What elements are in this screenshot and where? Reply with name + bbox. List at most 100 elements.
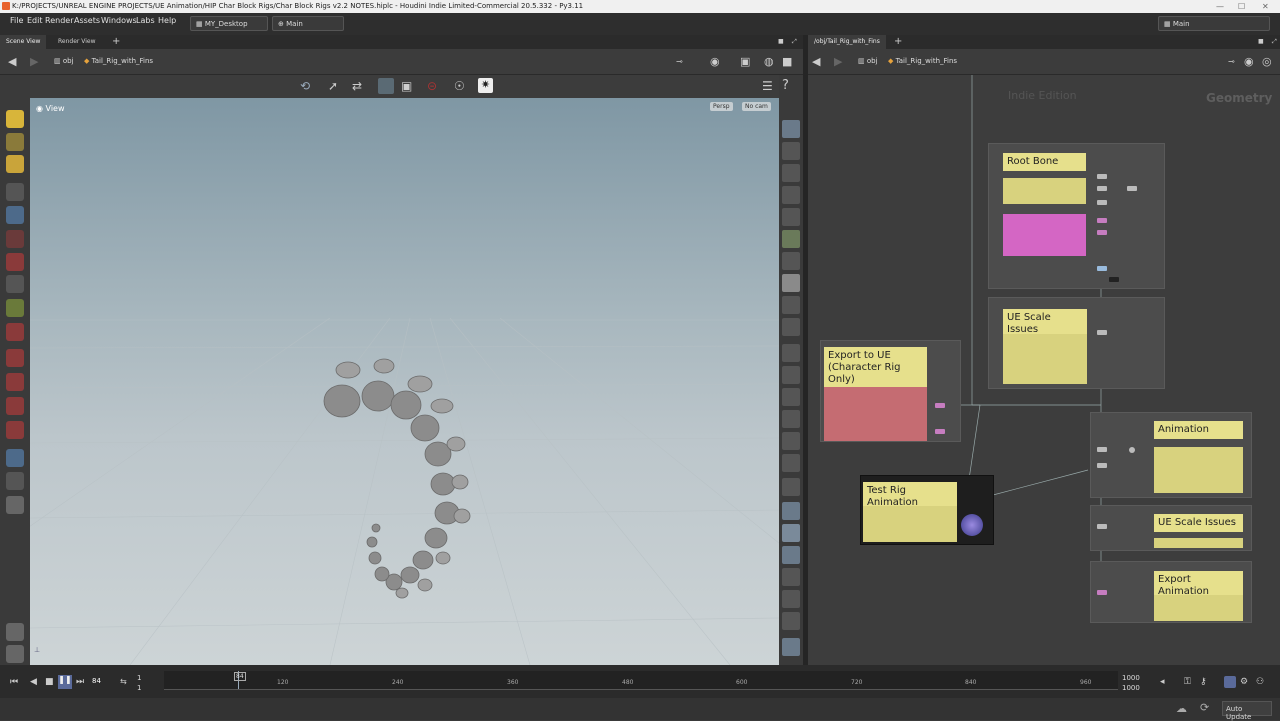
anim-node-1[interactable] xyxy=(1097,447,1107,452)
stop-icon[interactable]: ⊝ xyxy=(427,79,437,93)
root-node-3[interactable] xyxy=(1127,186,1137,191)
sun-icon[interactable]: ✷ xyxy=(478,78,493,93)
range-start-2[interactable]: 1 xyxy=(137,684,141,692)
export-anim-node[interactable] xyxy=(1097,590,1107,595)
stop-playback-icon[interactable]: ■ xyxy=(45,677,54,687)
range-end[interactable]: 1000 xyxy=(1122,674,1140,682)
export-ue-note-title[interactable]: Export to UE (Character Rig Only) xyxy=(824,347,927,389)
move-icon[interactable]: ⇄ xyxy=(352,79,362,93)
path-context-right[interactable]: ▥ obj xyxy=(858,57,878,65)
close-view-icon[interactable] xyxy=(782,186,800,204)
light-icon[interactable]: ☉ xyxy=(454,79,465,93)
channel-icon[interactable]: ⚇ xyxy=(1256,677,1264,687)
tab-scene-view[interactable]: Scene View xyxy=(0,35,47,49)
paint-icon[interactable] xyxy=(782,432,800,450)
animation-netbox[interactable]: Animation xyxy=(1090,412,1252,498)
menu-labs[interactable]: Labs xyxy=(136,16,155,25)
animation-note-title[interactable]: Animation xyxy=(1154,421,1243,439)
settings-icon[interactable]: ⚙ xyxy=(1240,677,1248,687)
root-bone-note-title[interactable]: Root Bone xyxy=(1003,153,1086,171)
audio-icon[interactable] xyxy=(1224,676,1236,688)
weight-tool-icon[interactable] xyxy=(6,323,24,341)
snap-tool-icon[interactable] xyxy=(6,373,24,391)
range-start[interactable]: 1 xyxy=(137,674,141,682)
desktop-selector[interactable]: ▦ MY_Desktop xyxy=(190,16,268,31)
camera-icon[interactable]: ◍ xyxy=(764,55,774,68)
export-ue-netbox[interactable]: Export to UE (Character Rig Only) xyxy=(820,340,961,442)
menu-help[interactable]: Help xyxy=(158,16,176,25)
test-rig-node-icon[interactable] xyxy=(961,514,983,536)
scene-viewport[interactable]: ◉ View Persp No cam ⊥ xyxy=(30,98,779,665)
ghost-tool-icon[interactable] xyxy=(6,472,24,490)
path-context[interactable]: ▥ obj xyxy=(54,57,74,65)
pin-icon-right[interactable]: ⊸ xyxy=(1228,57,1235,66)
root-node-8[interactable] xyxy=(1109,277,1119,282)
range-end-2[interactable]: 1000 xyxy=(1122,684,1140,692)
back-arrow-icon-right[interactable]: ◀ xyxy=(812,55,820,68)
snap-icon[interactable] xyxy=(782,546,800,564)
stack-icon[interactable] xyxy=(782,612,800,630)
dot-icon[interactable] xyxy=(782,344,800,362)
rotate-tool-icon[interactable] xyxy=(6,253,24,271)
maximize-icon[interactable]: ☐ xyxy=(1238,0,1245,13)
root-node-1[interactable] xyxy=(1097,174,1107,179)
sync-icon-right[interactable]: ◉ xyxy=(1244,55,1254,68)
group-tool-icon[interactable] xyxy=(6,397,24,415)
timeline-track[interactable]: 84 120 240 360 480 600 720 840 960 xyxy=(164,671,1118,690)
wireframe-icon[interactable] xyxy=(782,142,800,160)
ue-scale-netbox[interactable]: UE Scale Issues xyxy=(988,297,1165,389)
path-node[interactable]: ◆ Tail_Rig_with_Fins xyxy=(84,57,153,65)
step-icon[interactable]: ⇆ xyxy=(120,677,127,686)
map-icon[interactable] xyxy=(782,568,800,586)
jump-end-icon[interactable]: ⏭ xyxy=(76,677,84,687)
key-add-icon[interactable]: ⚷ xyxy=(1200,677,1207,687)
current-frame-field[interactable]: 84 xyxy=(92,677,101,685)
point-light-icon[interactable] xyxy=(782,252,800,270)
pin-icon[interactable]: ⊸ xyxy=(676,57,683,66)
brush-tool-icon[interactable] xyxy=(6,155,24,173)
display-mode-icon[interactable] xyxy=(782,120,800,138)
cursor-icon[interactable] xyxy=(782,502,800,520)
root-node-2[interactable] xyxy=(1097,186,1107,191)
camera-view-icon[interactable] xyxy=(378,78,394,94)
persp-button[interactable]: Persp xyxy=(710,102,733,111)
help-icon-right[interactable]: ◎ xyxy=(1262,55,1272,68)
onion-tool-icon[interactable] xyxy=(6,496,24,514)
add-tab-icon[interactable]: + xyxy=(106,35,126,49)
help-icon[interactable]: ? xyxy=(782,78,789,93)
menu-assets[interactable]: Assets xyxy=(74,16,100,25)
scale-node-2[interactable] xyxy=(1097,524,1107,529)
pen-icon[interactable] xyxy=(782,366,800,384)
no-cam-button[interactable]: No cam xyxy=(742,102,771,111)
display-options-icon[interactable]: ☰ xyxy=(762,79,773,93)
pane-maximize-icon-right[interactable]: ⤢ xyxy=(1266,35,1280,49)
refresh-icon[interactable]: ⟳ xyxy=(1200,701,1209,714)
snapshot-icon[interactable]: ▣ xyxy=(401,79,412,93)
home-view-icon[interactable] xyxy=(782,208,800,226)
menu-edit[interactable]: Edit xyxy=(27,16,43,25)
corner-icon[interactable] xyxy=(782,478,800,496)
ue-scale-netbox-2[interactable]: UE Scale Issues xyxy=(1090,505,1252,551)
test-rig-netbox[interactable]: Test Rig Animation xyxy=(860,475,994,545)
orbit-icon[interactable]: ⟲ xyxy=(300,79,310,93)
shade-icon[interactable] xyxy=(782,274,800,292)
link-tool-icon[interactable] xyxy=(6,449,24,467)
root-bone-netbox[interactable]: Root Bone xyxy=(988,143,1165,289)
forward-arrow-icon-right[interactable]: ▶ xyxy=(834,55,842,68)
checker-icon[interactable] xyxy=(782,524,800,542)
key-left-icon[interactable]: ◂ xyxy=(1160,677,1165,687)
tab-network-path[interactable]: /obj/Tail_Rig_with_Fins xyxy=(808,35,886,49)
root-node-7[interactable] xyxy=(1097,266,1107,271)
visibility-icon[interactable] xyxy=(782,318,800,336)
tab-render-view[interactable]: Render View xyxy=(52,35,102,49)
brush-icon[interactable] xyxy=(782,388,800,406)
menu-file[interactable]: File xyxy=(10,16,23,25)
select-icon[interactable]: ➚ xyxy=(328,79,338,93)
network-editor[interactable]: Indie Edition Geometry Root Bone UE Scal… xyxy=(808,75,1280,665)
record-tool-icon[interactable] xyxy=(6,645,24,663)
back-arrow-icon[interactable]: ◀ xyxy=(8,55,16,68)
add-tab-icon-right[interactable]: + xyxy=(888,35,908,49)
joint-tool-icon[interactable] xyxy=(6,275,24,293)
close-icon[interactable]: ✕ xyxy=(1262,0,1269,13)
eye-icon[interactable] xyxy=(782,296,800,314)
